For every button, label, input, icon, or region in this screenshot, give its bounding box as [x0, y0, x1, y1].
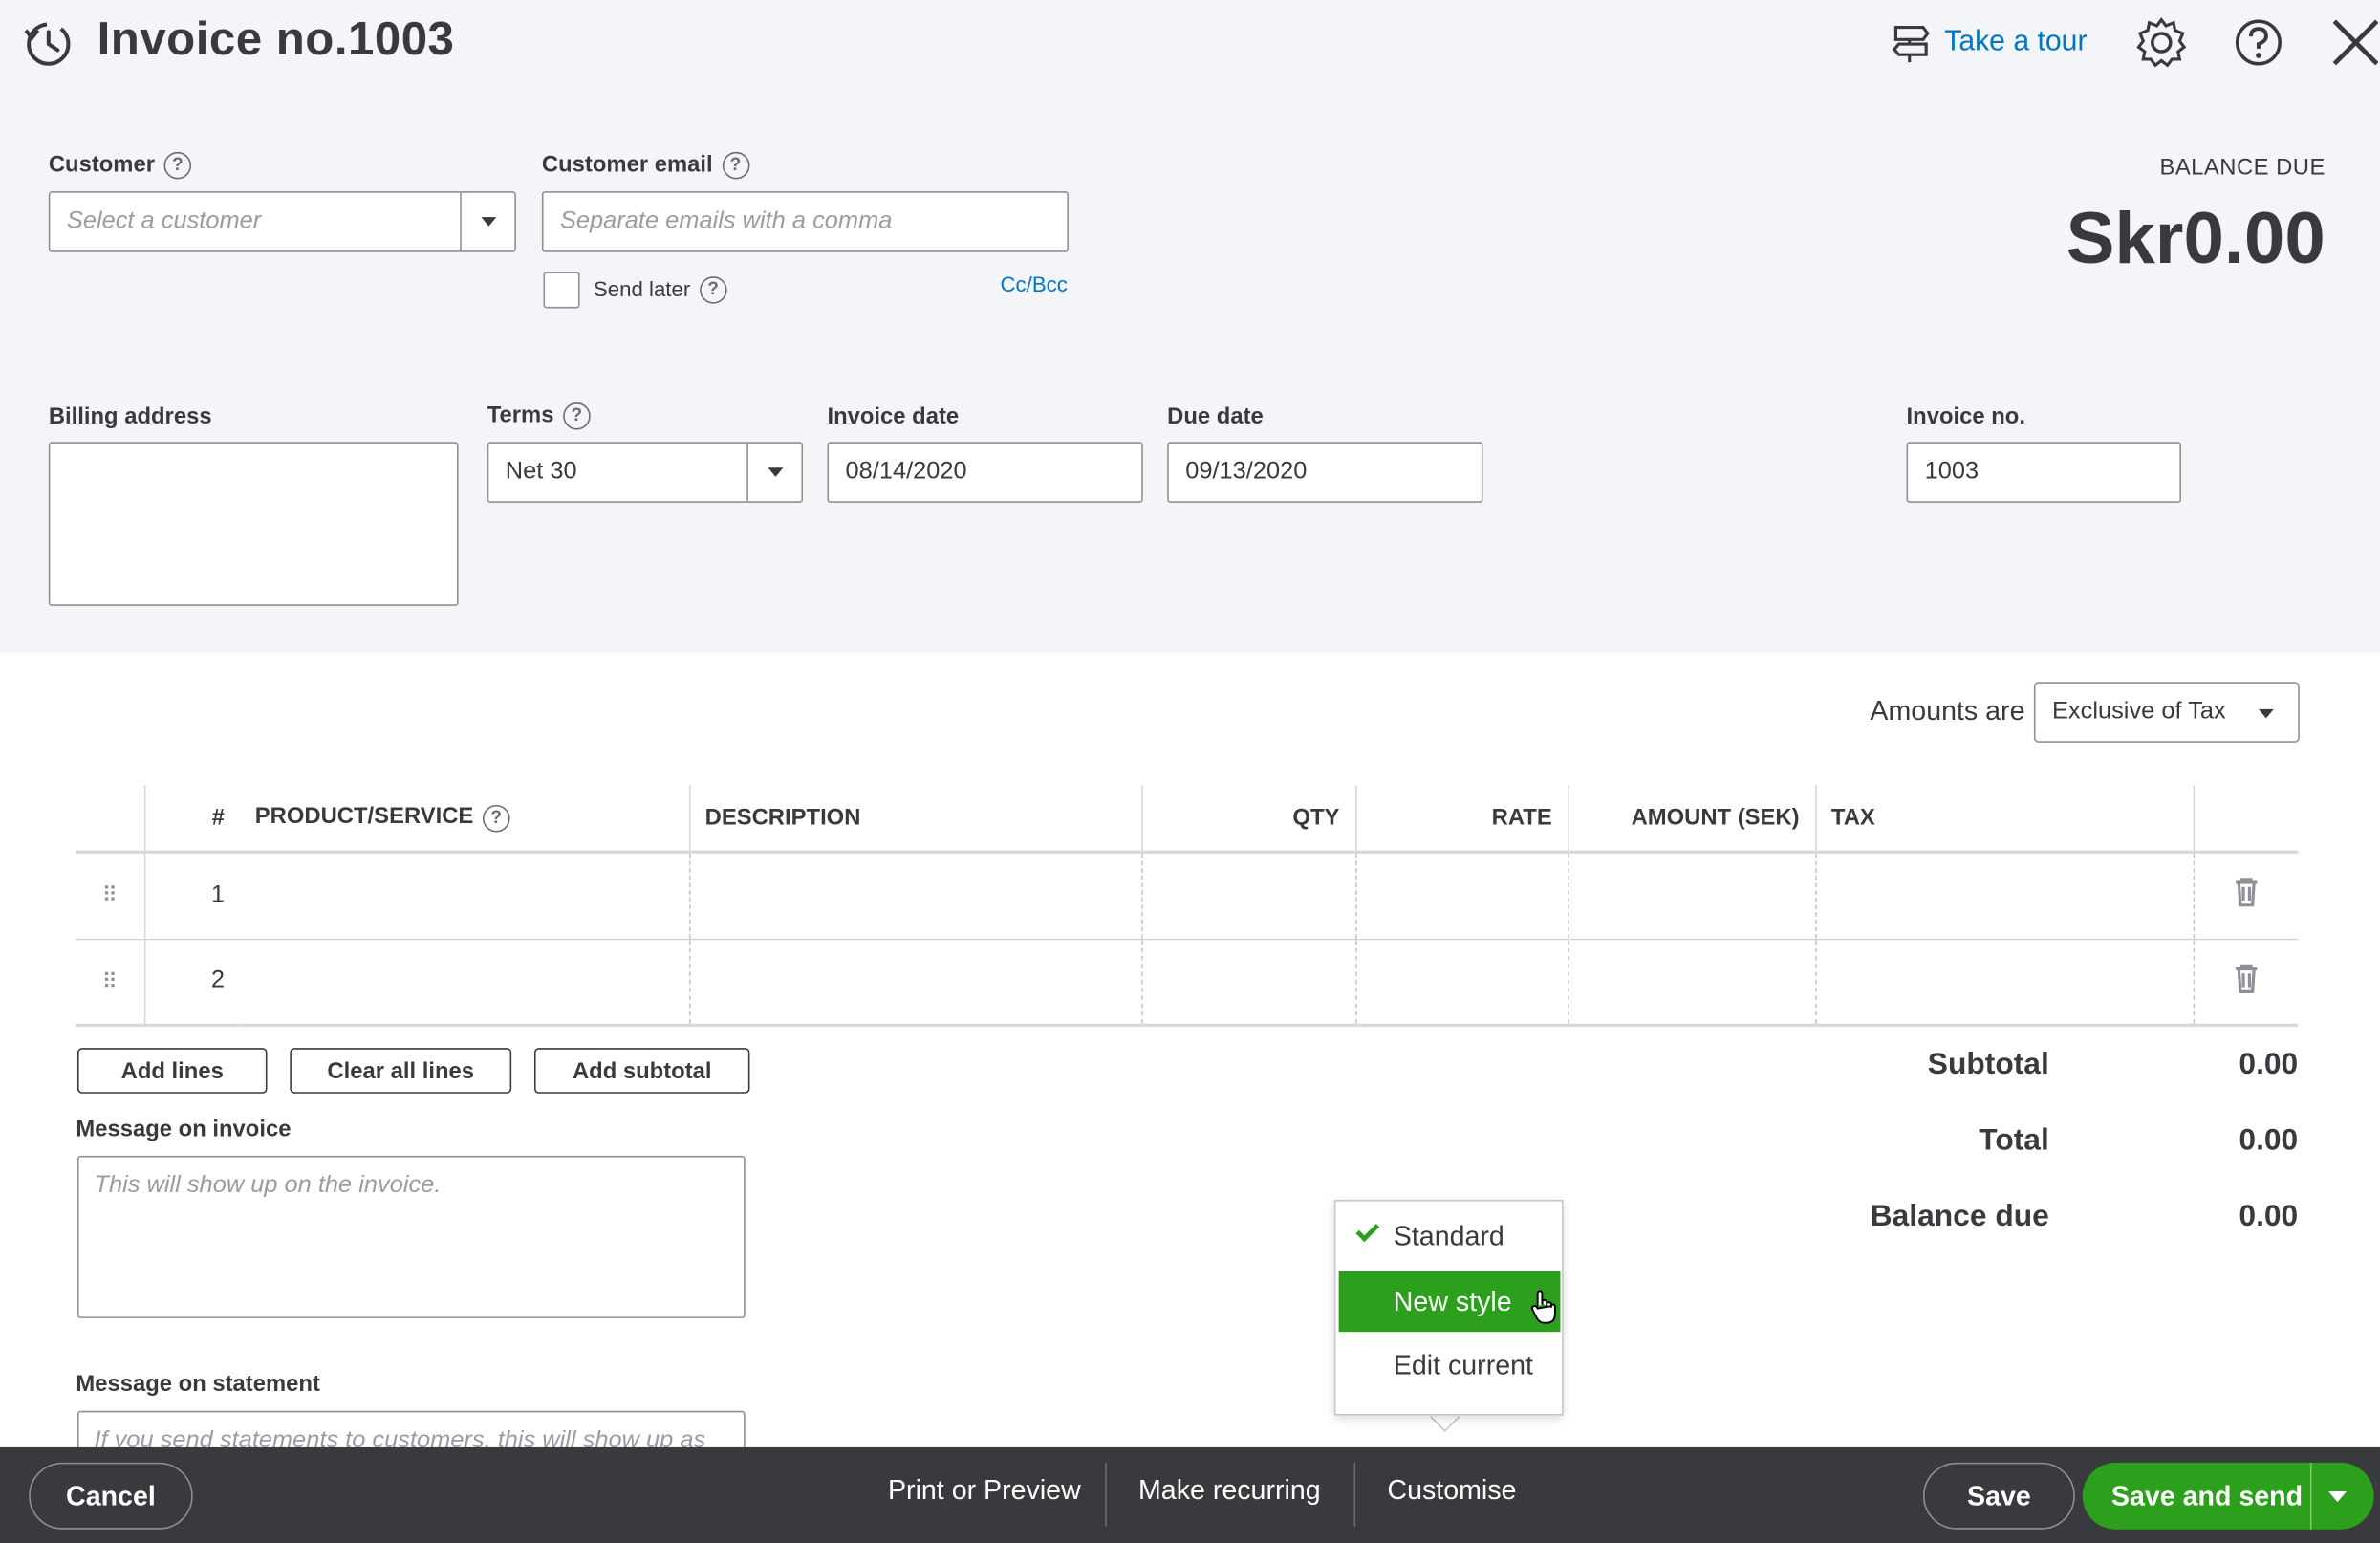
row-number: 2 [143, 938, 240, 1027]
terms-select[interactable]: Net 30 [487, 442, 804, 503]
billing-address-label: Billing address [48, 403, 212, 430]
save-button[interactable]: Save [1922, 1462, 2075, 1530]
take-tour-link[interactable]: Take a tour [1890, 21, 2088, 63]
print-preview-link[interactable]: Print or Preview [888, 1475, 1081, 1507]
rate-cell[interactable] [1354, 938, 1569, 1027]
customer-email-label: Customer email? [542, 152, 749, 180]
row-number: 1 [143, 852, 240, 940]
message-invoice-label: Message on invoice [76, 1116, 292, 1142]
footer-bar: Cancel Print or Preview Make recurring C… [0, 1446, 2380, 1543]
col-header-tax: TAX [1814, 785, 2194, 854]
col-header-rate: RATE [1354, 785, 1569, 854]
table-header-row: # PRODUCT/SERVICE? DESCRIPTION QTY RATE … [76, 785, 2299, 854]
history-icon[interactable] [21, 15, 76, 70]
drag-handle-icon[interactable]: ⠿ [76, 938, 144, 1027]
table-row[interactable]: ⠿ 2 [76, 938, 2299, 1027]
help-icon[interactable]: ? [163, 151, 192, 180]
qty-cell[interactable] [1140, 938, 1356, 1027]
menu-item-edit-current[interactable]: Edit current [1339, 1335, 1561, 1396]
save-and-send-button[interactable]: Save and send [2082, 1462, 2374, 1530]
description-cell[interactable] [688, 852, 1142, 940]
make-recurring-link[interactable]: Make recurring [1138, 1475, 1321, 1507]
invoice-no-input[interactable]: 1003 [1906, 442, 2181, 503]
take-tour-label: Take a tour [1944, 26, 2088, 58]
tax-cell[interactable] [1814, 852, 2194, 940]
menu-item-standard[interactable]: Standard [1339, 1206, 1561, 1267]
add-subtotal-button[interactable]: Add subtotal [533, 1048, 750, 1094]
terms-label: Terms? [487, 402, 591, 430]
total-label: Total [1979, 1123, 2049, 1158]
menu-item-new-style[interactable]: New style [1338, 1271, 1561, 1333]
help-icon[interactable]: ? [482, 804, 510, 832]
col-header-description: DESCRIPTION [688, 785, 1142, 854]
customer-email-input[interactable]: Separate emails with a comma [541, 191, 1069, 252]
product-cell[interactable] [239, 852, 689, 940]
amounts-are-select[interactable]: Exclusive of Tax [2033, 682, 2300, 743]
col-header-qty: QTY [1140, 785, 1356, 854]
chevron-down-icon[interactable] [460, 192, 514, 251]
col-header-num: # [143, 785, 240, 854]
balance-due-amount: Skr0.00 [2066, 199, 2326, 280]
customer-label: Customer? [49, 151, 192, 180]
product-cell[interactable] [239, 938, 689, 1027]
chevron-down-icon[interactable] [746, 443, 801, 502]
cc-bcc-link[interactable]: Cc/Bcc [1000, 272, 1067, 295]
table-row[interactable]: ⠿ 1 [76, 852, 2299, 940]
amount-cell[interactable] [1567, 852, 1816, 940]
customise-menu: Standard New style Edit current [1333, 1199, 1564, 1416]
customise-link[interactable]: Customise [1387, 1475, 1516, 1507]
help-icon[interactable] [2231, 15, 2285, 70]
chevron-down-icon[interactable] [2309, 1462, 2362, 1530]
subtotal-label: Subtotal [1927, 1048, 2049, 1082]
due-date-label: Due date [1167, 403, 1264, 430]
rate-cell[interactable] [1354, 852, 1569, 940]
help-icon[interactable]: ? [563, 402, 591, 430]
invoice-date-label: Invoice date [827, 403, 960, 430]
qty-cell[interactable] [1140, 852, 1356, 940]
invoice-date-input[interactable]: 08/14/2020 [827, 442, 1143, 503]
balance-due-total-value: 0.00 [2239, 1199, 2299, 1233]
balance-due-label: BALANCE DUE [2159, 155, 2326, 182]
help-icon[interactable]: ? [722, 151, 749, 180]
description-cell[interactable] [688, 938, 1142, 1027]
drag-handle-icon[interactable]: ⠿ [76, 852, 144, 940]
message-statement-label: Message on statement [76, 1371, 320, 1398]
billing-address-input[interactable] [48, 442, 459, 606]
balance-due-total-label: Balance due [1870, 1199, 2049, 1233]
close-icon[interactable] [2328, 15, 2380, 70]
send-later-label: Send later? [594, 276, 727, 305]
subtotal-value: 0.00 [2239, 1048, 2299, 1082]
col-header-amount: AMOUNT (SEK) [1567, 785, 1816, 854]
footer-divider [1105, 1462, 1107, 1527]
gear-icon[interactable] [2134, 15, 2189, 70]
col-header-product: PRODUCT/SERVICE? [239, 785, 689, 854]
line-items-table: # PRODUCT/SERVICE? DESCRIPTION QTY RATE … [76, 785, 2299, 1027]
hand-cursor-icon [1530, 1290, 1556, 1324]
amount-cell[interactable] [1567, 938, 1816, 1027]
message-invoice-input[interactable]: This will show up on the invoice. [76, 1155, 746, 1318]
trash-icon[interactable] [2192, 938, 2299, 1027]
help-icon[interactable]: ? [699, 276, 727, 305]
tax-cell[interactable] [1814, 938, 2194, 1027]
footer-divider [1353, 1462, 1356, 1527]
clear-all-lines-button[interactable]: Clear all lines [290, 1048, 512, 1094]
total-value: 0.00 [2239, 1123, 2299, 1158]
amounts-are-label: Amounts are [1870, 695, 2025, 727]
signpost-icon [1892, 26, 1930, 63]
page-title: Invoice no.1003 [97, 11, 455, 66]
customer-select[interactable]: Select a customer [48, 191, 516, 252]
checkmark-icon [1355, 1218, 1380, 1243]
chevron-down-icon [2258, 708, 2274, 719]
add-lines-button[interactable]: Add lines [76, 1048, 268, 1094]
invoice-no-label: Invoice no. [1906, 403, 2025, 430]
trash-icon[interactable] [2192, 852, 2299, 940]
due-date-input[interactable]: 09/13/2020 [1167, 442, 1483, 503]
cancel-button[interactable]: Cancel [29, 1462, 193, 1530]
send-later-checkbox[interactable] [543, 272, 580, 309]
